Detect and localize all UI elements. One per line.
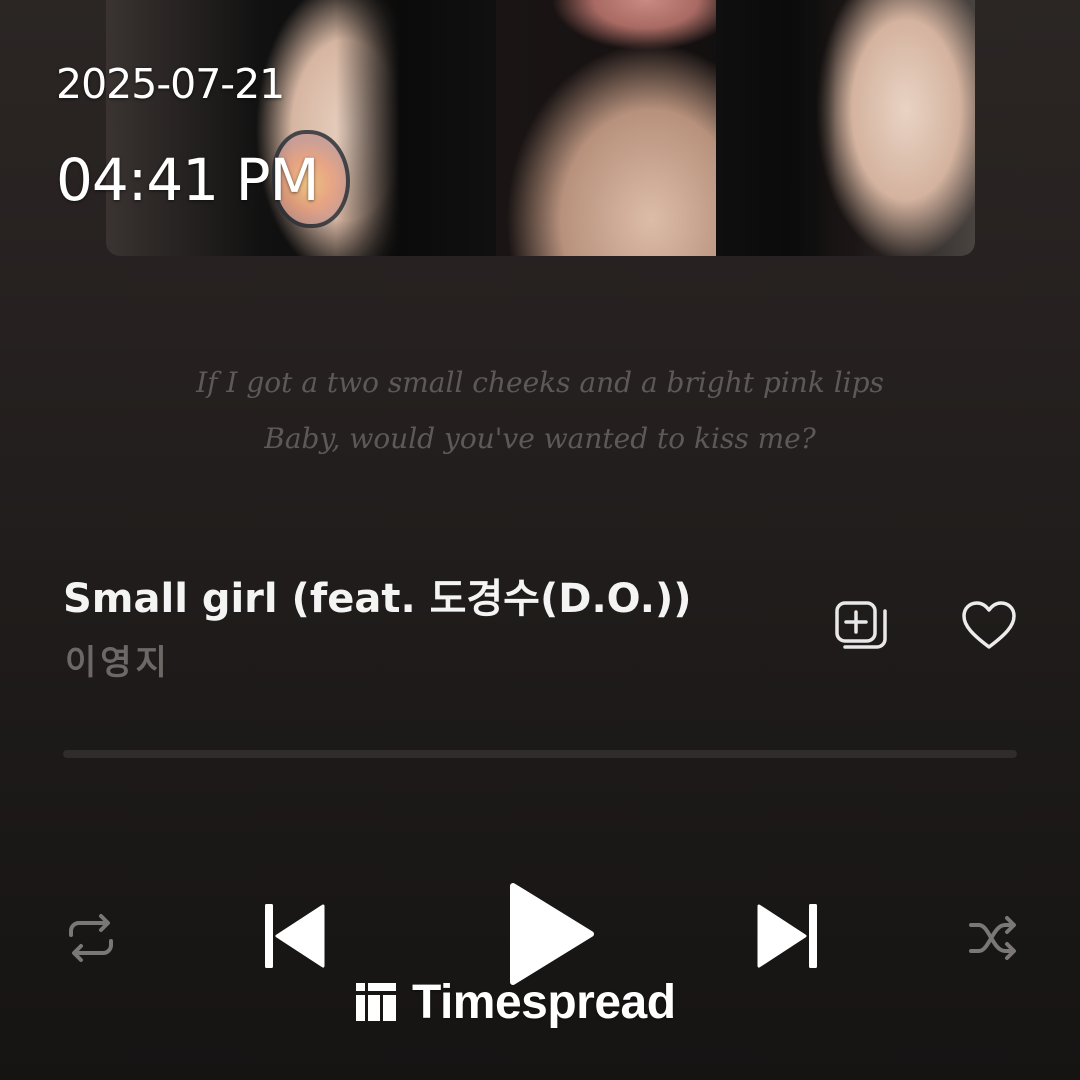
album-art-hair-right [716, 0, 836, 256]
overlay-time: 04:41 PM [56, 146, 320, 214]
playback-progress-bar[interactable] [63, 750, 1017, 758]
play-icon [510, 883, 594, 985]
track-title: Small girl (feat. 도경수(D.O.)) [63, 576, 692, 622]
skip-next-icon [757, 904, 817, 968]
like-button[interactable] [956, 596, 1022, 656]
repeat-button[interactable] [60, 910, 122, 966]
lyrics-line: Baby, would you've wanted to kiss me? [264, 422, 816, 455]
heart-outline-icon [962, 601, 1016, 649]
next-track-button[interactable] [748, 895, 830, 977]
watermark-text: Timespread [412, 975, 676, 1029]
lyrics-panel[interactable]: If I got a two small cheeks and a bright… [0, 355, 1080, 467]
music-player-screen: 2025-07-21 04:41 PM If I got a two small… [0, 0, 1080, 1080]
overlay-date: 2025-07-21 [56, 60, 285, 108]
previous-track-button[interactable] [252, 895, 334, 977]
shuffle-button[interactable] [962, 910, 1024, 966]
skip-previous-icon [265, 904, 325, 968]
repeat-icon [69, 914, 113, 962]
add-to-playlist-button[interactable] [830, 596, 894, 656]
add-to-playlist-icon [835, 601, 887, 649]
album-art [106, 0, 975, 256]
watermark: Timespread [354, 974, 676, 1030]
shuffle-icon [969, 916, 1016, 960]
track-artist[interactable]: 이영지 [65, 635, 171, 684]
lyrics-line: If I got a two small cheeks and a bright… [196, 366, 884, 399]
timespread-logo-icon [356, 983, 396, 1021]
album-art-hair-left [336, 0, 496, 256]
